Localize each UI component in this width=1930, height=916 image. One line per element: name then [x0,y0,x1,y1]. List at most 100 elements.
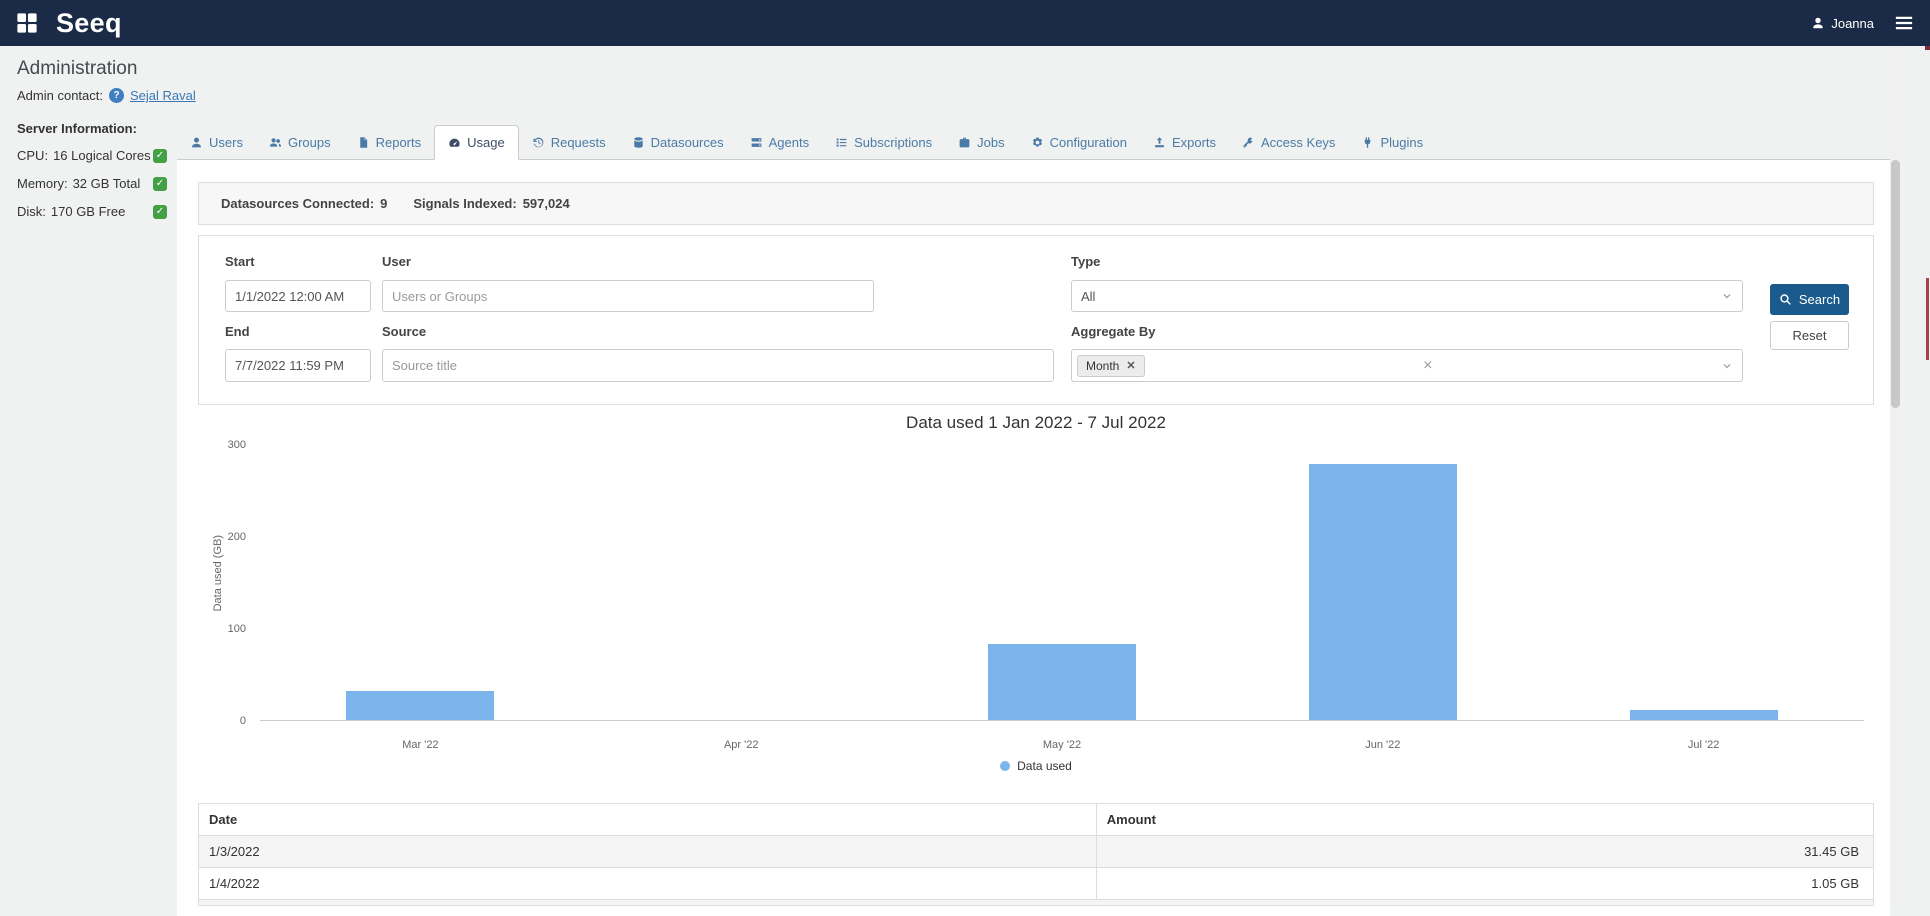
chart-legend[interactable]: Data used [198,759,1874,773]
help-question-icon: ? [109,88,124,103]
y-tick-label: 200 [228,531,246,543]
end-label: End [225,324,250,339]
user-menu[interactable]: Joanna [1811,16,1874,31]
seeq-logo[interactable]: Seeq [56,8,122,39]
chart-title: Data used 1 Jan 2022 - 7 Jul 2022 [198,413,1874,433]
tab-label: Plugins [1380,135,1423,150]
tab-label: Usage [467,135,505,150]
tab-label: Subscriptions [854,135,932,150]
tab-configuration[interactable]: Configuration [1018,126,1140,159]
bar-slot [1543,445,1864,720]
aggregate-month-tag: Month ✕ [1077,355,1145,377]
bar-slot [260,445,581,720]
search-icon [1779,293,1792,306]
chart-bar[interactable] [346,691,494,720]
tab-usage[interactable]: Usage [434,125,519,160]
tab-label: Requests [551,135,606,150]
tab-label: Access Keys [1261,135,1335,150]
tab-jobs[interactable]: Jobs [945,126,1017,159]
chart-plot [260,445,1864,721]
y-tick-label: 100 [228,623,246,635]
search-button[interactable]: Search [1770,284,1849,315]
x-tick-label: Apr '22 [581,739,902,751]
tab-datasources[interactable]: Datasources [619,126,737,159]
source-label: Source [382,324,426,339]
tab-label: Agents [769,135,809,150]
datasources-connected-stat: Datasources Connected: 9 [221,196,387,211]
user-name: Joanna [1831,16,1874,31]
table-row: 1/4/20221.05 GB [199,868,1874,900]
history-icon [532,136,545,149]
type-select[interactable]: All [1071,280,1743,312]
server-info-row: CPU:16 Logical Cores✓ [17,148,167,163]
user-filter-input[interactable] [382,280,874,312]
remove-tag-icon[interactable]: ✕ [1126,359,1135,372]
start-date-input[interactable] [225,280,371,312]
x-tick-label: May '22 [902,739,1223,751]
gears-icon [1031,136,1044,149]
stats-bar: Datasources Connected: 9 Signals Indexed… [198,182,1874,225]
x-tick-label: Mar '22 [260,739,581,751]
tab-agents[interactable]: Agents [737,126,822,159]
user-icon [190,136,203,149]
amount-column-header: Amount [1096,804,1873,836]
bar-slot [581,445,902,720]
report-icon [357,136,370,149]
date-cell: 1/3/2022 [199,836,1097,868]
usage-tab-panel: Datasources Connected: 9 Signals Indexed… [177,160,1890,916]
tab-area: Users Groups Reports Usage Requests Datasourc… [177,113,1890,916]
tab-subscriptions[interactable]: Subscriptions [822,126,945,159]
briefcase-icon [958,136,971,149]
date-column-header: Date [199,804,1097,836]
tab-users[interactable]: Users [177,126,256,159]
user-icon [1811,16,1825,30]
bar-slot [1222,445,1543,720]
end-date-input[interactable] [225,349,371,382]
chart-bar[interactable] [1630,710,1778,720]
source-filter-input[interactable] [382,349,1054,382]
type-selected-value: All [1081,289,1095,304]
server-info-panel: Server Information: CPU:16 Logical Cores… [17,113,177,232]
clear-select-icon[interactable]: × [1423,358,1432,374]
tab-label: Configuration [1050,135,1127,150]
chart-y-ticks: 0100200300 [198,445,254,721]
server-info-heading: Server Information: [17,121,177,136]
gauge-icon [448,136,461,149]
check-icon: ✓ [153,177,167,191]
list-icon [835,136,848,149]
y-tick-label: 300 [228,439,246,451]
chart-bar[interactable] [988,644,1136,720]
tab-plugins[interactable]: Plugins [1348,126,1436,159]
table-row: 1/3/202231.45 GB [199,836,1874,868]
amount-cell: 1.05 GB [1096,868,1873,900]
aggregate-by-select[interactable]: Month ✕ × [1071,349,1743,382]
check-icon: ✓ [153,205,167,219]
check-icon: ✓ [153,149,167,163]
usage-chart: Data used (GB) 0100200300 Mar '22Apr '22… [198,435,1874,757]
tab-reports[interactable]: Reports [344,126,435,159]
y-tick-label: 0 [240,715,246,727]
scrollbar-thumb[interactable] [1891,160,1900,408]
hamburger-menu-icon[interactable] [1894,13,1914,33]
reset-button[interactable]: Reset [1770,321,1849,350]
bar-slot [902,445,1223,720]
tab-access-keys[interactable]: Access Keys [1229,126,1348,159]
page-content: Administration Admin contact: ? Sejal Ra… [0,46,1930,916]
tab-groups[interactable]: Groups [256,126,344,159]
tab-requests[interactable]: Requests [519,126,619,159]
page-title: Administration [17,58,1930,80]
aggregate-by-label: Aggregate By [1071,324,1156,339]
chart-x-labels: Mar '22Apr '22May '22Jun '22Jul '22 [260,739,1864,751]
tab-label: Reports [376,135,422,150]
tab-label: Users [209,135,243,150]
usage-table: Date Amount 1/3/202231.45 GB1/4/20221.05… [198,803,1874,900]
admin-contact-link[interactable]: Sejal Raval [130,88,196,103]
chevron-down-icon [1721,360,1733,372]
chart-bar[interactable] [1309,464,1457,720]
server-icon [750,136,763,149]
database-icon [632,136,645,149]
filter-box: Start User Type All Search [198,235,1874,405]
tab-exports[interactable]: Exports [1140,126,1229,159]
apps-grid-icon[interactable] [16,12,38,34]
chart-legend-label: Data used [1017,759,1072,773]
